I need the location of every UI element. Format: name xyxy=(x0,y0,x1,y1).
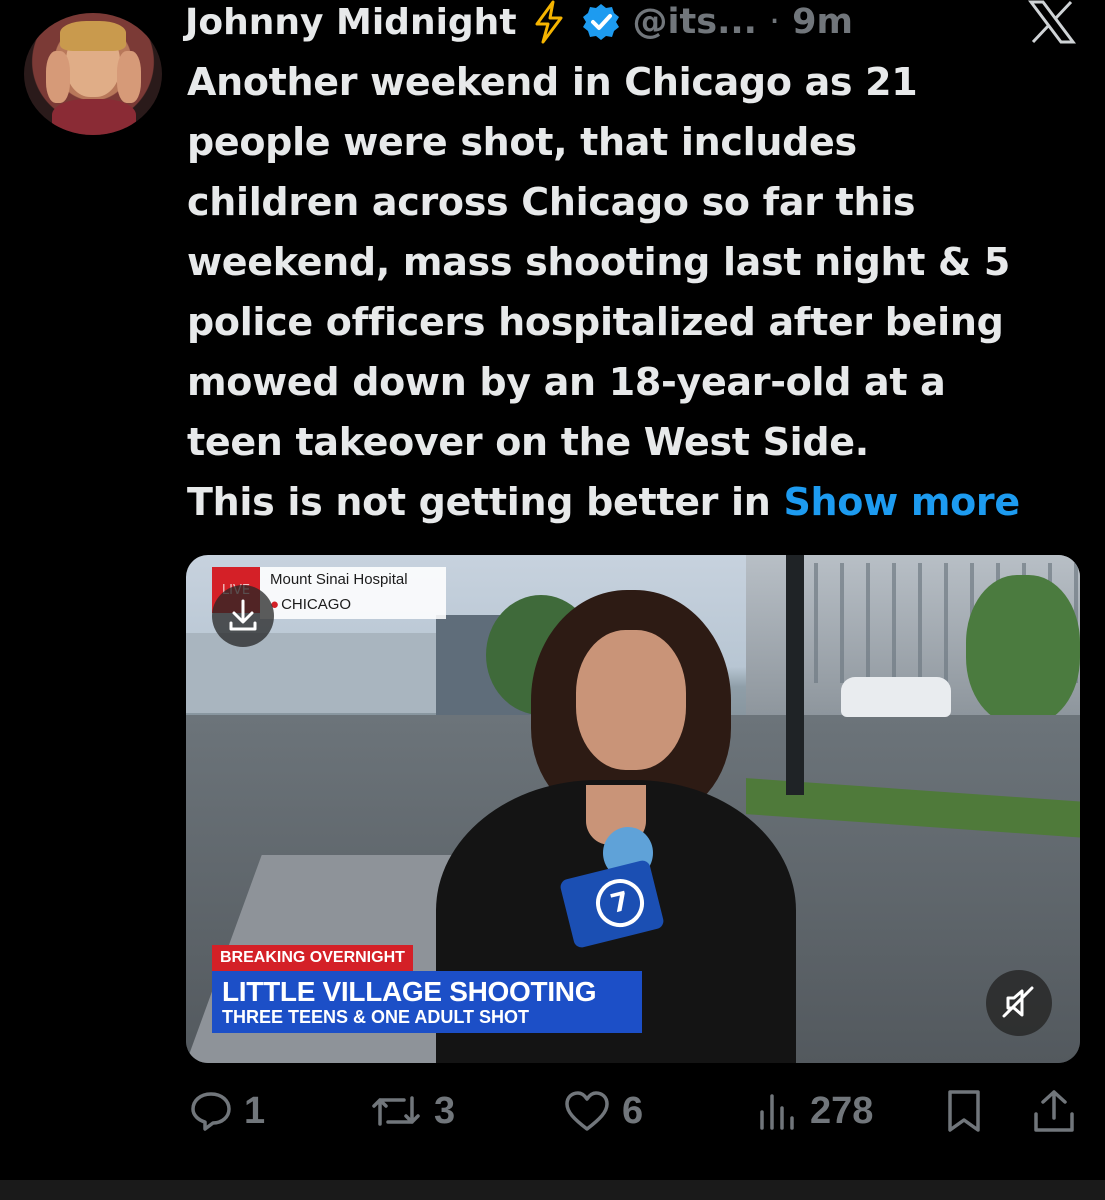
tweet-time[interactable]: 9m xyxy=(792,2,853,42)
tweet-text-line: Another weekend in Chicago as 21 xyxy=(187,60,918,104)
banner-breaking: BREAKING OVERNIGHT xyxy=(212,945,413,971)
lightning-bolt-icon xyxy=(529,0,569,44)
avatar-shirt xyxy=(52,99,136,135)
action-bar: 1 3 6 278 xyxy=(0,1082,1105,1152)
share-button[interactable] xyxy=(1030,1088,1078,1134)
like-count: 6 xyxy=(622,1089,644,1132)
mic-logo: 7 xyxy=(590,873,650,933)
banner-subline: THREE TEENS & ONE ADULT SHOT xyxy=(222,1007,530,1027)
author-name[interactable]: Johnny Midnight xyxy=(185,2,517,43)
location-box: Mount Sinai Hospital ● CHICAGO xyxy=(260,567,446,619)
tweet-text-line: people were shot, that includes xyxy=(187,120,857,164)
show-more-link[interactable]: Show more xyxy=(783,480,1020,524)
bottom-edge xyxy=(0,1180,1105,1200)
tweet-header: Johnny Midnight @its... · 9m xyxy=(185,0,853,50)
tweet-text: Another weekend in Chicago as 21 people … xyxy=(187,52,1067,532)
views-button[interactable]: 278 xyxy=(754,1088,873,1134)
bookmark-button[interactable] xyxy=(942,1088,986,1134)
repost-icon xyxy=(372,1096,420,1126)
download-button[interactable] xyxy=(212,585,274,647)
repost-count: 3 xyxy=(434,1089,456,1132)
scene-tree xyxy=(966,575,1080,725)
reply-count: 1 xyxy=(244,1089,266,1132)
mute-icon xyxy=(1002,986,1034,1018)
download-icon xyxy=(229,599,257,631)
bookmark-icon xyxy=(948,1090,980,1132)
tweet-text-last-line: This is not getting better in Show more xyxy=(187,472,1067,532)
location-city: CHICAGO xyxy=(281,596,352,613)
avatar-hair xyxy=(60,21,126,51)
location-title: Mount Sinai Hospital xyxy=(270,571,408,588)
banner-main: LITTLE VILLAGE SHOOTING THREE TEENS & ON… xyxy=(212,971,642,1033)
views-icon xyxy=(760,1094,794,1130)
tweet-text-line: This is not getting better in xyxy=(187,480,771,524)
video-media[interactable]: 7 LIVE Mount Sinai Hospital ●CHICAGO BRE… xyxy=(186,555,1080,1063)
tweet-text-line: children across Chicago so far this xyxy=(187,180,916,224)
views-count: 278 xyxy=(810,1089,874,1132)
banner-headline: LITTLE VILLAGE SHOOTING xyxy=(222,976,597,1007)
mute-button[interactable] xyxy=(986,970,1052,1036)
avatar-hand-left xyxy=(46,51,70,103)
x-logo-icon[interactable] xyxy=(1027,0,1077,44)
avatar-hand-right xyxy=(117,51,141,103)
author-handle[interactable]: @its... xyxy=(633,2,757,42)
repost-button[interactable]: 3 xyxy=(368,1088,455,1134)
scene-car xyxy=(841,677,951,717)
tweet-text-line: mowed down by an 18-year-old at a xyxy=(187,360,946,404)
header-separator: · xyxy=(768,2,781,42)
like-button[interactable]: 6 xyxy=(562,1088,643,1134)
like-icon xyxy=(565,1091,609,1131)
share-icon xyxy=(1034,1090,1074,1132)
news-banner: BREAKING OVERNIGHT LITTLE VILLAGE SHOOTI… xyxy=(212,945,642,1033)
reply-button[interactable]: 1 xyxy=(188,1088,265,1134)
tweet-text-line: police officers hospitalized after being xyxy=(187,300,1004,344)
verified-badge-icon xyxy=(581,2,621,42)
tweet-text-line: teen takeover on the West Side. xyxy=(187,420,869,464)
tweet-text-line: weekend, mass shooting last night & 5 xyxy=(187,240,1010,284)
location-city-row: ● CHICAGO xyxy=(270,596,351,613)
abc7-microphone: 7 xyxy=(558,827,666,957)
avatar[interactable] xyxy=(24,13,162,135)
reply-icon xyxy=(191,1092,231,1131)
